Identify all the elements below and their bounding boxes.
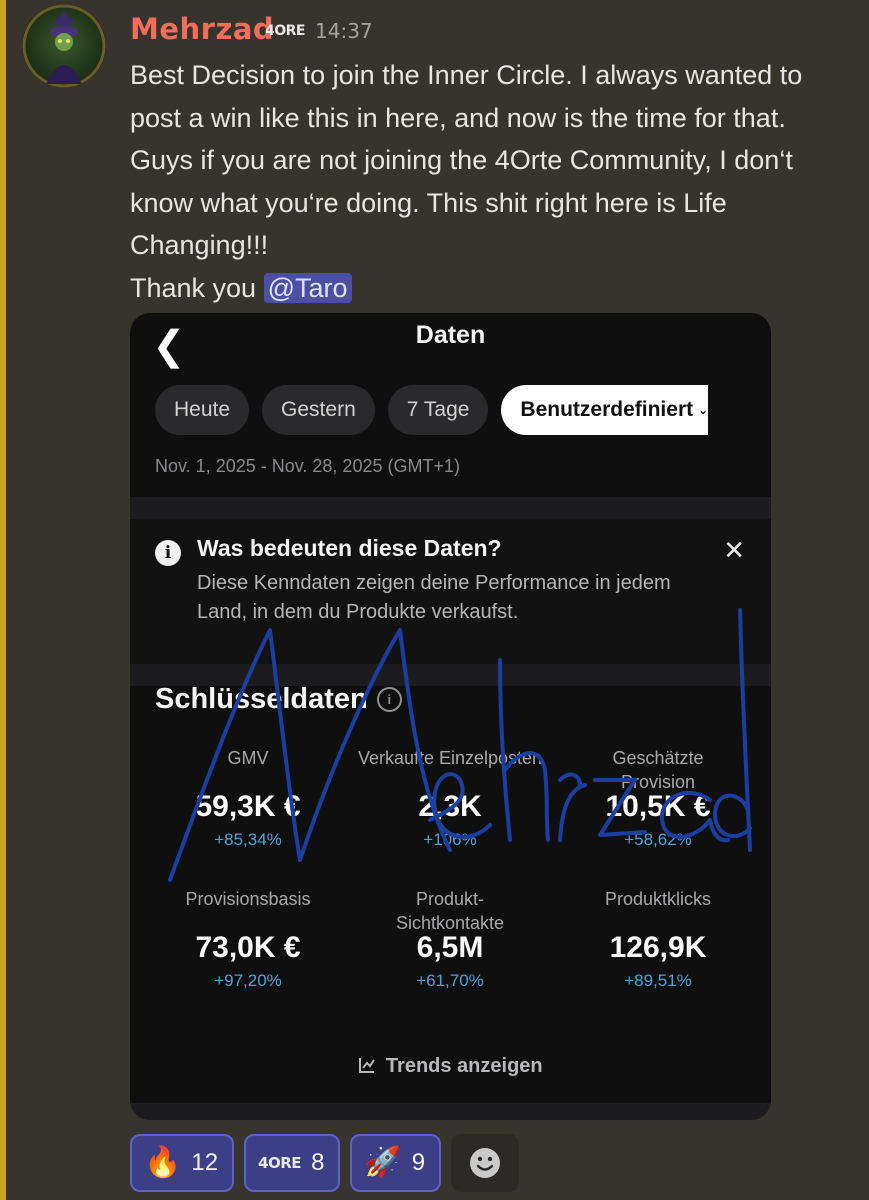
guild-tag-icon: 4ORE	[258, 1154, 302, 1172]
section-title-text: Schlüsseldaten	[155, 683, 368, 715]
rocket-icon: 🚀	[364, 1145, 402, 1180]
user-avatar[interactable]	[22, 4, 106, 88]
metric-change: +106%	[423, 830, 477, 849]
date-filter-chips: Heute Gestern 7 Tage Benutzerdefiniert ⌄	[155, 385, 709, 435]
chip-today: Heute	[155, 385, 250, 435]
metric-gmv: GMV 59,3K € +85,34%	[148, 746, 348, 850]
metric-label: Geschätzte Provision	[612, 748, 704, 792]
attached-image[interactable]: ❮ Daten Heute Gestern 7 Tage Benutzerdef…	[130, 313, 771, 1120]
metric-label: Produkt-Sichtkontakte	[395, 889, 505, 933]
reaction-guild-tag[interactable]: 4ORE 8	[244, 1134, 341, 1192]
reaction-count: 9	[411, 1149, 426, 1176]
trends-label: Trends anzeigen	[385, 1055, 543, 1077]
metric-commission: Geschätzte Provision 10,5K € +58,62%	[558, 746, 758, 850]
metric-value: 59,3K €	[195, 790, 301, 823]
reaction-rocket[interactable]: 🚀 9	[350, 1134, 442, 1192]
guild-tag-badge[interactable]: 4ORE	[265, 20, 306, 42]
message-timestamp: 14:37	[315, 19, 373, 43]
divider	[130, 497, 771, 519]
metric-change: +89,51%	[624, 971, 692, 990]
metric-commission-base: Provisionsbasis 73,0K € +97,20%	[148, 887, 348, 991]
message-content: Best Decision to join the Inner Circle. …	[130, 54, 850, 309]
smiley-icon	[470, 1148, 501, 1178]
chevron-down-icon: ⌄	[698, 403, 709, 417]
info-outline-icon: i	[376, 687, 402, 712]
metric-product-views: Produkt-Sichtkontakte 6,5M +61,70%	[350, 887, 550, 991]
message-line: Best Decision to join the Inner Circle. …	[130, 60, 803, 260]
metric-label: Provisionsbasis	[185, 889, 311, 909]
trend-chart-icon	[358, 1056, 376, 1080]
screen-title: Daten	[415, 321, 486, 349]
guild-tag-text: 4ORE	[265, 23, 306, 39]
metric-items-sold: Verkaufte Einzelposten 2,3K +106%	[350, 746, 550, 850]
metric-value: 126,9K	[609, 931, 707, 964]
metric-change: +97,20%	[214, 971, 282, 990]
metric-change: +58,62%	[624, 830, 692, 849]
trends-link: Trends anzeigen	[130, 1055, 771, 1080]
metric-change: +85,34%	[214, 830, 282, 849]
chip-7-days: 7 Tage	[387, 385, 489, 435]
chip-custom-label: Benutzerdefiniert	[520, 398, 694, 421]
reaction-fire[interactable]: 🔥 12	[130, 1134, 235, 1192]
divider	[130, 1103, 771, 1120]
add-reaction-button[interactable]	[451, 1134, 520, 1192]
unread-indicator-bar	[0, 0, 6, 1200]
metric-value: 73,0K €	[195, 931, 301, 964]
info-title: Was bedeuten diese Daten?	[197, 535, 502, 561]
chip-custom: Benutzerdefiniert ⌄	[501, 385, 709, 435]
message-line: Thank you @Taro	[130, 267, 850, 310]
metric-label: Produktklicks	[604, 889, 712, 909]
reactions-bar: 🔥 12 4ORE 8 🚀 9	[130, 1134, 520, 1192]
metric-value: 6,5M	[416, 931, 484, 964]
metric-label: GMV	[227, 748, 269, 768]
reaction-count: 12	[191, 1149, 219, 1176]
metric-label: Verkaufte Einzelposten	[357, 748, 543, 768]
info-icon: i	[155, 540, 181, 566]
message-line-text: Thank you	[130, 272, 257, 303]
metric-change: +61,70%	[416, 971, 484, 990]
date-range: Nov. 1, 2025 - Nov. 28, 2025 (GMT+1)	[155, 456, 460, 476]
metric-value: 10,5K €	[605, 790, 711, 823]
metric-value: 2,3K	[418, 790, 482, 823]
info-text: Diese Kenndaten zeigen deine Performance…	[197, 572, 671, 623]
user-mention[interactable]: @Taro	[263, 272, 352, 303]
message-author[interactable]: Mehrzad	[130, 12, 274, 46]
section-title: Schlüsseldaten i	[155, 683, 402, 716]
metric-product-clicks: Produktklicks 126,9K +89,51%	[558, 887, 758, 991]
fire-icon: 🔥	[144, 1145, 182, 1180]
reaction-count: 8	[311, 1149, 325, 1176]
close-icon: ✕	[723, 535, 745, 565]
chip-yesterday: Gestern	[262, 385, 375, 435]
